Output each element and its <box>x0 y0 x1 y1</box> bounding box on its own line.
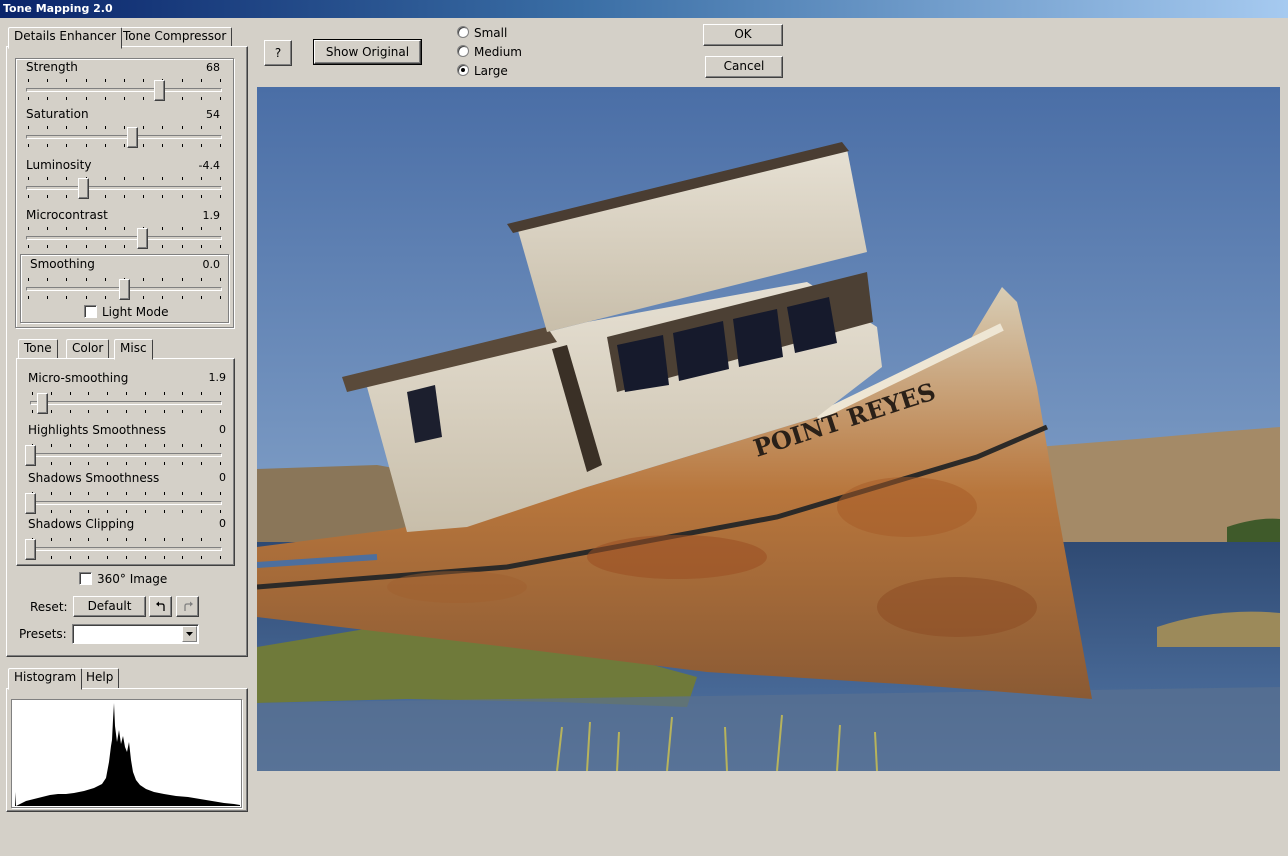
misc-slider-value: 0 <box>219 517 226 530</box>
slider-value: 68 <box>206 61 220 74</box>
misc-slider[interactable] <box>25 444 222 466</box>
slider-thumb[interactable] <box>154 80 166 101</box>
slider-thumb[interactable] <box>126 127 138 148</box>
slider-track <box>26 88 222 92</box>
size-small-radio[interactable] <box>457 26 469 38</box>
slider-ticks <box>28 79 221 83</box>
slider-thumb[interactable] <box>25 539 36 560</box>
show-original-button[interactable]: Show Original <box>313 39 422 65</box>
reset-label: Reset: <box>30 600 68 614</box>
preview-image: POINT REYES <box>257 87 1280 771</box>
slider-ticks <box>32 556 221 560</box>
slider-ticks <box>32 444 221 448</box>
slider-label: Luminosity <box>26 158 92 172</box>
slider-value: 1.9 <box>202 209 221 222</box>
redo-button[interactable] <box>176 596 199 617</box>
slider-ticks <box>28 126 221 130</box>
window-title: Tone Mapping 2.0 <box>0 0 1288 18</box>
misc-slider-label: Highlights Smoothness <box>28 423 167 437</box>
image-360-checkbox[interactable] <box>79 572 92 585</box>
tab-details-enhancer[interactable]: Details Enhancer <box>8 27 123 49</box>
misc-slider[interactable] <box>25 538 222 560</box>
slider-thumb[interactable] <box>77 178 89 199</box>
slider-ticks <box>28 97 221 101</box>
light-mode-checkbox[interactable] <box>84 305 97 318</box>
undo-icon <box>155 601 165 611</box>
slider[interactable] <box>26 79 222 101</box>
slider[interactable] <box>26 177 222 199</box>
tab-tone-compressor[interactable]: Tone Compressor <box>117 27 233 47</box>
size-small-label: Small <box>474 26 508 40</box>
slider-thumb[interactable] <box>36 393 48 414</box>
image-360-label: 360° Image <box>97 572 168 586</box>
smoothing-label: Smoothing <box>30 257 95 271</box>
help-button[interactable]: ? <box>264 40 292 66</box>
slider-ticks <box>32 410 221 414</box>
misc-slider-label: Shadows Clipping <box>28 517 135 531</box>
smoothing-slider[interactable] <box>26 278 222 300</box>
slider-track <box>30 401 222 405</box>
tab-misc[interactable]: Misc <box>114 339 153 360</box>
boat-photo: POINT REYES <box>257 87 1280 771</box>
slider-ticks <box>28 245 221 249</box>
misc-slider-value: 1.9 <box>208 371 227 384</box>
tab-tone[interactable]: Tone <box>18 339 58 359</box>
slider-thumb[interactable] <box>136 228 148 249</box>
slider-ticks <box>28 195 221 199</box>
slider-ticks <box>32 462 221 466</box>
misc-slider[interactable] <box>30 392 222 414</box>
slider-thumb[interactable] <box>25 493 36 514</box>
undo-button[interactable] <box>149 596 172 617</box>
slider-ticks <box>28 144 221 148</box>
slider-thumb[interactable] <box>25 445 36 466</box>
slider-label: Saturation <box>26 107 89 121</box>
slider-ticks <box>32 492 221 496</box>
slider-track <box>26 135 222 139</box>
presets-label: Presets: <box>19 627 67 641</box>
redo-icon <box>183 601 193 611</box>
slider-value: -4.4 <box>198 159 220 172</box>
slider-value: 54 <box>206 108 220 121</box>
tab-color[interactable]: Color <box>66 339 110 359</box>
slider-ticks <box>32 510 221 514</box>
tab-help[interactable]: Help <box>80 668 120 688</box>
slider-label: Microcontrast <box>26 208 108 222</box>
presets-select[interactable] <box>72 624 199 644</box>
slider-track <box>26 186 222 190</box>
slider-ticks <box>28 227 221 231</box>
slider-track <box>30 501 222 505</box>
presets-dropdown-button[interactable] <box>182 626 197 642</box>
slider[interactable] <box>26 126 222 148</box>
presets-value <box>73 625 76 638</box>
slider-label: Strength <box>26 60 78 74</box>
size-large-radio[interactable] <box>457 64 469 76</box>
slider-thumb[interactable] <box>119 279 130 300</box>
slider-track <box>30 547 222 551</box>
slider-track <box>26 236 222 240</box>
histogram-graph <box>15 703 240 806</box>
default-button[interactable]: Default <box>73 596 146 617</box>
slider-ticks <box>32 392 221 396</box>
slider[interactable] <box>26 227 222 249</box>
misc-slider-value: 0 <box>219 423 226 436</box>
histogram <box>11 699 242 808</box>
slider-track <box>30 453 222 457</box>
light-mode-label: Light Mode <box>102 305 169 319</box>
tab-histogram[interactable]: Histogram <box>8 668 83 690</box>
slider-ticks <box>28 177 221 181</box>
chevron-down-icon <box>186 632 193 636</box>
size-medium-radio[interactable] <box>457 45 469 57</box>
size-medium-label: Medium <box>474 45 522 59</box>
slider-ticks <box>32 538 221 542</box>
cancel-button[interactable]: Cancel <box>705 56 783 78</box>
misc-slider-label: Micro-smoothing <box>28 371 129 385</box>
misc-slider-value: 0 <box>219 471 226 484</box>
misc-slider-label: Shadows Smoothness <box>28 471 160 485</box>
smoothing-value: 0.0 <box>202 258 221 271</box>
ok-button[interactable]: OK <box>703 24 783 46</box>
size-large-label: Large <box>474 64 508 78</box>
misc-slider[interactable] <box>25 492 222 514</box>
